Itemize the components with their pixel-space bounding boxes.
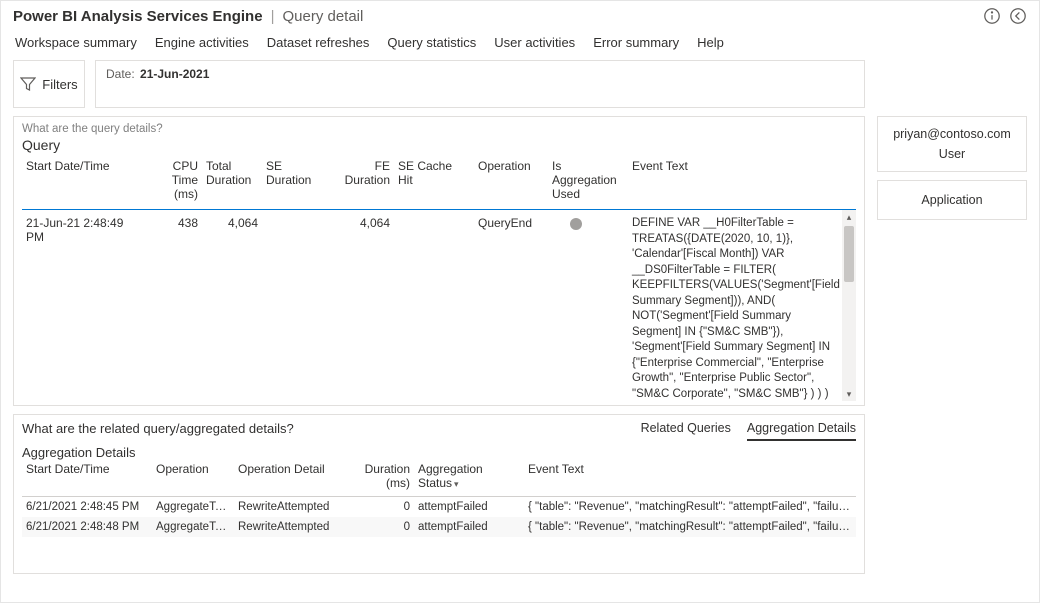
agg-question: What are the related query/aggregated de… (22, 421, 294, 436)
query-title: Query (22, 137, 856, 153)
nav-help[interactable]: Help (697, 35, 724, 50)
agg-table-header: Start Date/Time Operation Operation Deta… (22, 460, 856, 497)
col-et[interactable]: Event Text (628, 157, 842, 203)
nav-user-activities[interactable]: User activities (494, 35, 575, 50)
agg-col-od[interactable]: Operation Detail (234, 460, 334, 492)
cell-se (262, 214, 328, 401)
side-application-card[interactable]: Application (877, 180, 1027, 220)
nav-engine-activities[interactable]: Engine activities (155, 35, 249, 50)
agg-col-as[interactable]: Aggregation Status▾ (414, 460, 524, 492)
app-title: Power BI Analysis Services Engine (13, 8, 263, 25)
aggregation-section: What are the related query/aggregated de… (13, 414, 865, 574)
tab-related-queries[interactable]: Related Queries (641, 421, 731, 441)
col-total[interactable]: Total Duration (202, 157, 262, 203)
agg-status-dot (570, 218, 582, 230)
col-cpu[interactable]: CPU Time (ms) (142, 157, 202, 203)
filters-label: Filters (42, 77, 77, 92)
cell-fe: 4,064 (328, 214, 394, 401)
side-user-card[interactable]: priyan@contoso.com User (877, 116, 1027, 172)
agg-col-du[interactable]: Duration (ms) (334, 460, 414, 492)
agg-col-et[interactable]: Event Text (524, 460, 856, 492)
col-cache[interactable]: SE Cache Hit (394, 157, 474, 203)
date-filter-value: 21-Jun-2021 (140, 67, 209, 81)
query-row[interactable]: 21-Jun-21 2:48:49 PM 438 4,064 4,064 Que… (22, 210, 856, 401)
sort-desc-icon: ▾ (454, 479, 459, 489)
cell-total: 4,064 (202, 214, 262, 401)
query-question: What are the query details? (22, 123, 856, 135)
header-bar: Power BI Analysis Services Engine | Quer… (1, 1, 1039, 29)
tab-aggregation-details[interactable]: Aggregation Details (747, 421, 856, 441)
cell-cache (394, 214, 474, 401)
scroll-down-icon[interactable]: ▾ (842, 387, 856, 401)
nav-query-statistics[interactable]: Query statistics (387, 35, 476, 50)
agg-col-start[interactable]: Start Date/Time (22, 460, 152, 492)
agg-row[interactable]: 6/21/2021 2:48:45 PM AggregateTabl... Re… (22, 497, 856, 517)
filters-button[interactable]: Filters (13, 60, 85, 108)
col-op[interactable]: Operation (474, 157, 548, 203)
application-label: Application (886, 193, 1018, 207)
agg-col-op[interactable]: Operation (152, 460, 234, 492)
cell-cpu: 438 (142, 214, 202, 401)
col-fe[interactable]: FE Duration (328, 157, 394, 203)
cell-agg (548, 214, 628, 401)
nav-workspace-summary[interactable]: Workspace summary (15, 35, 137, 50)
filter-icon (20, 76, 36, 92)
agg-title: Aggregation Details (22, 445, 856, 460)
nav-error-summary[interactable]: Error summary (593, 35, 679, 50)
query-section: What are the query details? Query Start … (13, 116, 865, 406)
col-start[interactable]: Start Date/Time (22, 157, 142, 203)
cell-op: QueryEnd (474, 214, 548, 401)
cell-event-text: DEFINE VAR __H0FilterTable = TREATAS({DA… (628, 214, 842, 401)
agg-row[interactable]: 6/21/2021 2:48:48 PM AggregateTabl... Re… (22, 517, 856, 537)
query-scrollbar[interactable]: ▴ ▾ (842, 210, 856, 401)
scroll-up-icon[interactable]: ▴ (842, 210, 856, 224)
scroll-thumb[interactable] (844, 226, 854, 282)
page-title: Query detail (282, 8, 363, 25)
date-filter-label: Date: (106, 67, 135, 81)
agg-rows: 6/21/2021 2:48:45 PM AggregateTabl... Re… (22, 497, 856, 537)
user-label: User (884, 147, 1020, 161)
date-filter-chip[interactable]: Date: 21-Jun-2021 (95, 60, 865, 108)
title-divider: | (271, 8, 275, 25)
back-icon[interactable] (1009, 7, 1027, 25)
info-icon[interactable] (983, 7, 1001, 25)
col-se[interactable]: SE Duration (262, 157, 328, 203)
user-email: priyan@contoso.com (884, 127, 1020, 141)
nav-dataset-refreshes[interactable]: Dataset refreshes (267, 35, 370, 50)
cell-start: 21-Jun-21 2:48:49 PM (22, 214, 142, 401)
col-agg[interactable]: Is Aggregation Used (548, 157, 628, 203)
query-table-header: Start Date/Time CPU Time (ms) Total Dura… (22, 157, 856, 210)
nav-bar: Workspace summary Engine activities Data… (1, 29, 1039, 60)
